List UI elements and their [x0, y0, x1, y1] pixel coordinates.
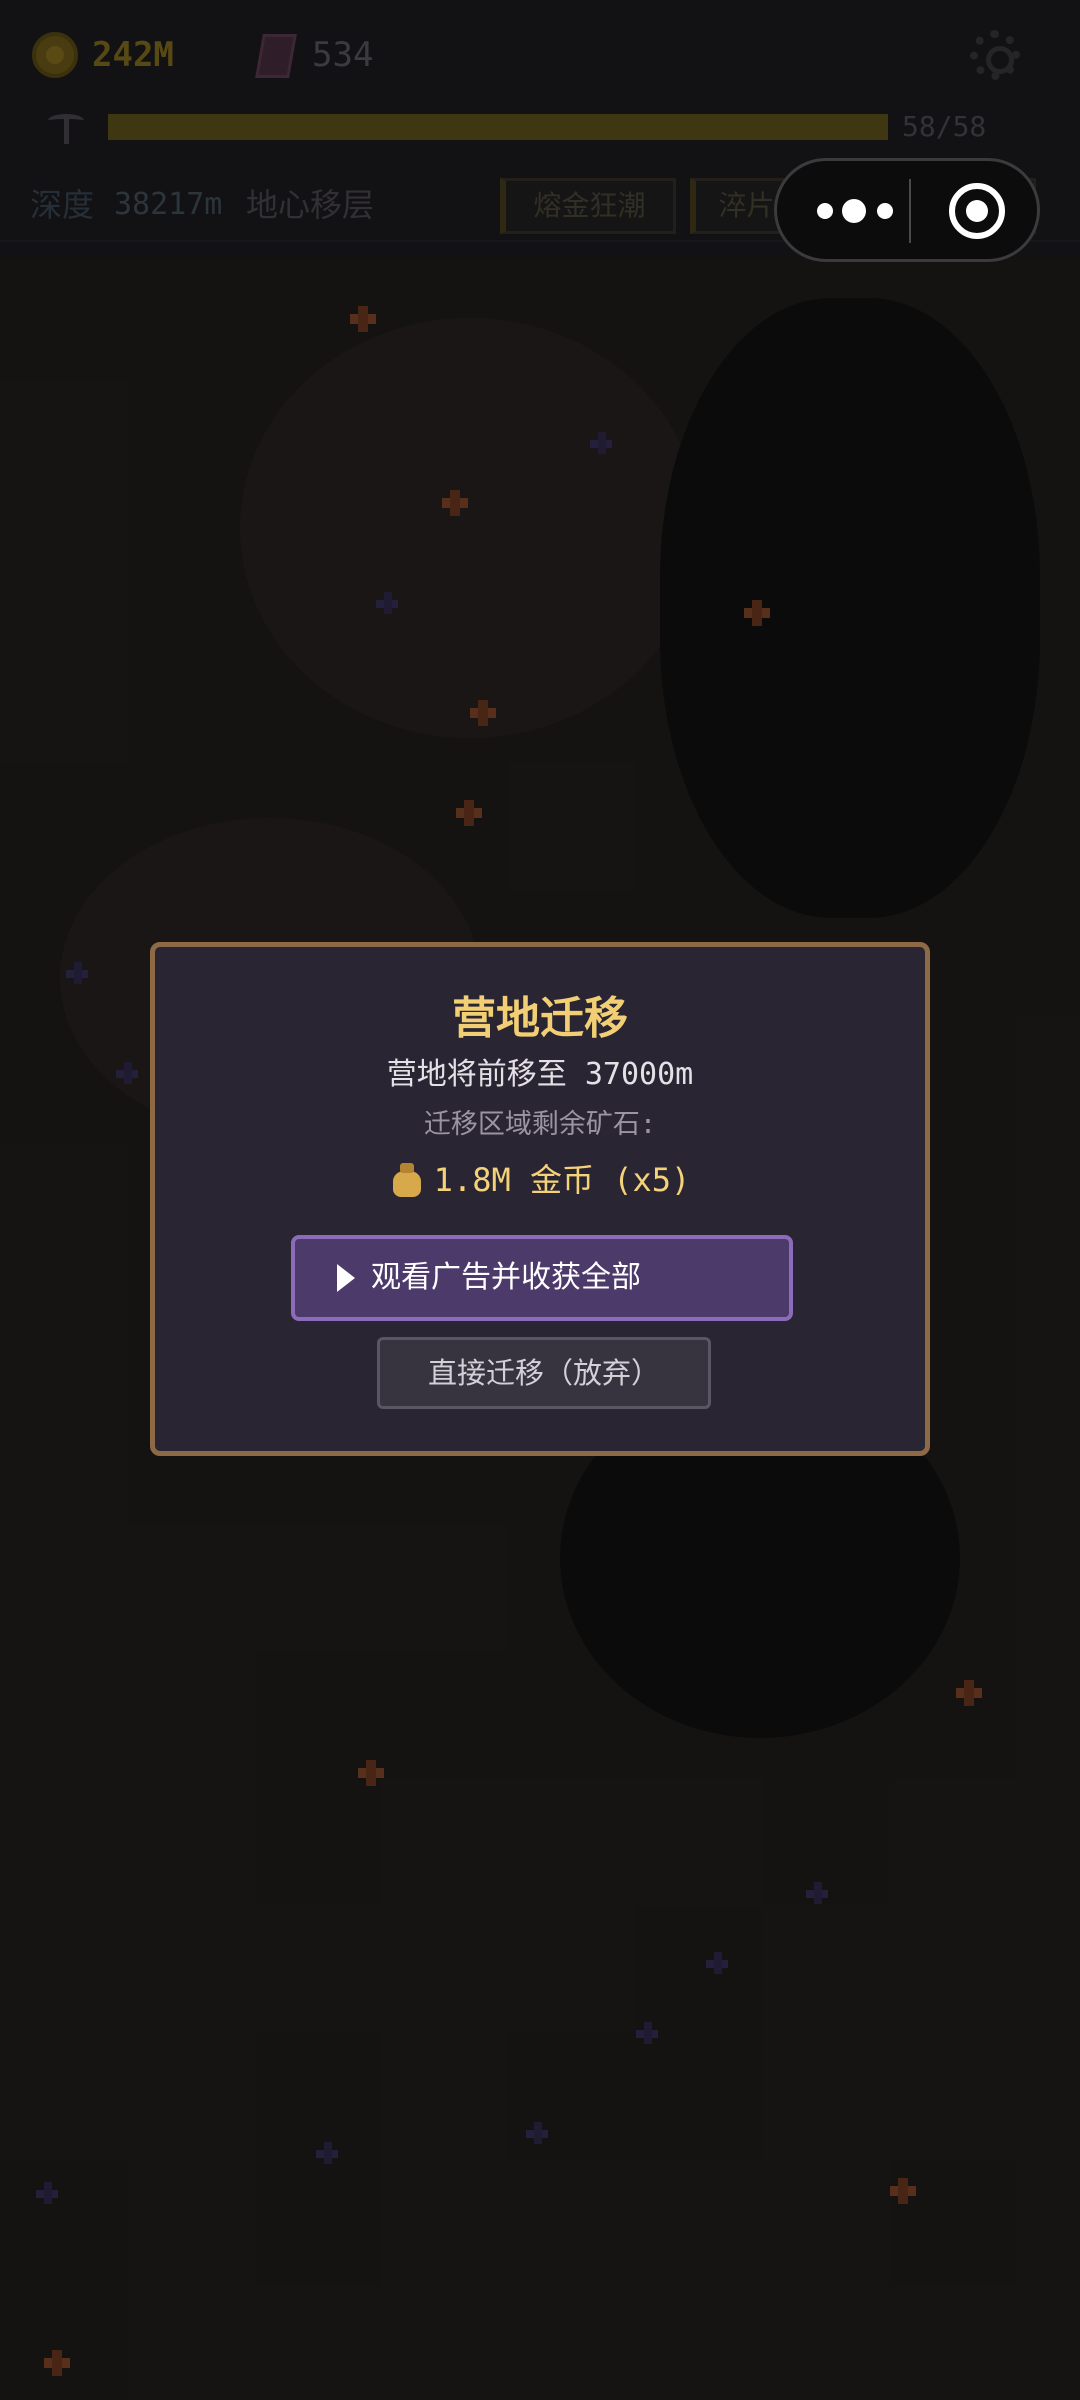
- money-bag-icon: [390, 1161, 424, 1199]
- capsule-divider: [909, 179, 911, 243]
- reward-line: 1.8M 金币 (x5): [155, 1153, 925, 1207]
- miniprogram-capsule: [774, 158, 1040, 262]
- more-dots-icon[interactable]: [817, 199, 901, 223]
- dialog-title: 营地迁移: [452, 993, 628, 1044]
- play-icon: [337, 1264, 355, 1292]
- skip-migrate-button[interactable]: 直接迁移（放弃）: [377, 1337, 711, 1409]
- dialog-note: 迁移区域剩余矿石:: [423, 1109, 657, 1140]
- watch-ad-label: 观看广告并收获全部: [371, 1260, 641, 1295]
- dialog-subtitle: 营地将前移至 37000m: [386, 1057, 694, 1092]
- reward-amount: 1.8M 金币 (x5): [433, 1161, 691, 1199]
- watch-ad-button[interactable]: 观看广告并收获全部: [291, 1235, 793, 1321]
- camp-migration-dialog: 营地迁移 营地将前移至 37000m 迁移区域剩余矿石: 1.8M 金币 (x5…: [150, 942, 930, 1456]
- target-icon[interactable]: [949, 183, 1005, 239]
- game-screen: 242M 534 58/58 深度 38217m 地心移层 熔金狂潮 淬片 自: [0, 0, 1080, 2400]
